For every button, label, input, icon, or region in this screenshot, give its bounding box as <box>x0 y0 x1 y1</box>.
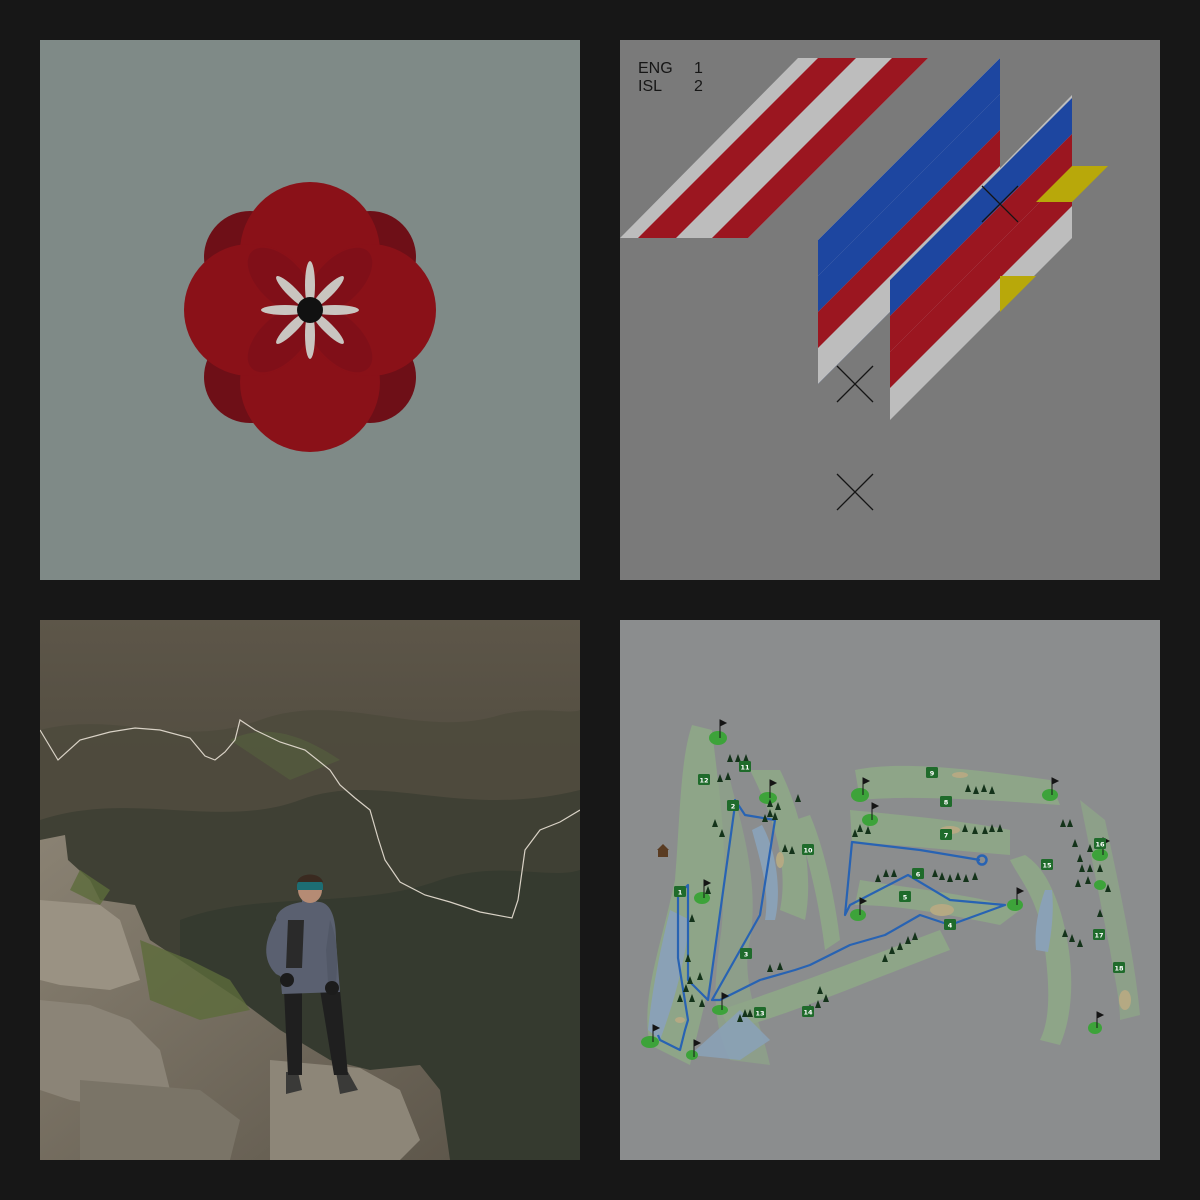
tree-icon <box>717 774 723 782</box>
tree-icon <box>735 754 741 762</box>
poppy-center <box>297 297 323 323</box>
tree-icon <box>891 869 897 877</box>
tree-icon <box>743 754 749 762</box>
poppy-illustration <box>184 182 436 452</box>
team-name: ISL <box>638 78 663 95</box>
tree-icon <box>972 872 978 880</box>
hole-number: 5 <box>903 894 908 902</box>
tree-icon <box>875 874 881 882</box>
tree-icon <box>1079 864 1085 872</box>
tree-icon <box>1060 819 1066 827</box>
tree-icon <box>725 772 731 780</box>
hole-number: 11 <box>740 764 750 772</box>
hole-number: 6 <box>916 871 921 879</box>
hole-label-16: 16 <box>1094 838 1106 849</box>
hole-label-18: 18 <box>1113 962 1125 973</box>
tree-icon <box>1069 934 1075 942</box>
hole-label-6: 6 <box>912 868 924 879</box>
hole-number: 4 <box>948 922 953 930</box>
hole-number: 1 <box>678 889 683 897</box>
hole-label-11: 11 <box>739 761 751 772</box>
tree-icon <box>1077 939 1083 947</box>
hole-label-3: 3 <box>740 948 752 959</box>
hole-label-14: 14 <box>802 1006 814 1017</box>
golf-course-map: 12345678910111213 1415161718 <box>641 719 1140 1065</box>
hole-number: 7 <box>944 832 949 840</box>
hiker-photo <box>40 620 580 1160</box>
tree-icon <box>767 964 773 972</box>
tree-icon <box>1085 876 1091 884</box>
match-score-artwork-tile[interactable]: ENG 1 ISL 2 <box>620 40 1160 580</box>
score-row: ISL 2 <box>638 78 703 96</box>
hole-label-12: 12 <box>698 774 710 785</box>
tree-icon <box>795 794 801 802</box>
hole-number: 12 <box>699 777 708 785</box>
hole-number: 15 <box>1042 862 1052 870</box>
isl-stripes-right <box>890 95 1072 420</box>
hole-number: 8 <box>944 799 949 807</box>
tree-icon <box>1067 819 1073 827</box>
tree-icon <box>932 869 938 877</box>
hole-number: 16 <box>1095 841 1105 849</box>
tree-icon <box>912 932 918 940</box>
hole-label-8: 8 <box>940 796 952 807</box>
hole-number: 17 <box>1094 932 1103 940</box>
hole-label-9: 9 <box>926 767 938 778</box>
tree-icon <box>777 962 783 970</box>
hole-label-5: 5 <box>899 891 911 902</box>
hole-number: 9 <box>930 770 935 778</box>
hole-label-17: 17 <box>1093 929 1105 940</box>
poppy-flower-icon <box>184 182 436 452</box>
hole-label-4: 4 <box>944 919 956 930</box>
tree-icon <box>947 874 953 882</box>
hole-number: 3 <box>744 951 749 959</box>
team-name: ENG <box>638 60 673 77</box>
hole-label-2: 2 <box>727 800 739 811</box>
tree-icon <box>1077 854 1083 862</box>
hole-number: 2 <box>731 803 736 811</box>
team-goals: 1 <box>694 60 703 77</box>
tree-icon <box>939 872 945 880</box>
team-goals: 2 <box>694 78 703 95</box>
mountain-hiker-photo-tile[interactable] <box>40 620 580 1160</box>
hole-label-1: 1 <box>674 886 686 897</box>
tree-icon <box>883 869 889 877</box>
tree-icon <box>1075 879 1081 887</box>
yellow-accent <box>1000 276 1036 312</box>
tree-icon <box>1087 864 1093 872</box>
flag-stripes-illustration <box>620 58 1108 511</box>
tree-icon <box>727 754 733 762</box>
clubhouse-icon <box>657 844 669 857</box>
hole-number: 14 <box>803 1009 813 1017</box>
cross-mark-icon <box>836 365 874 403</box>
hole-number: 10 <box>803 847 813 855</box>
hole-number: 13 <box>755 1010 764 1018</box>
tree-icon <box>955 872 961 880</box>
score-row: ENG 1 <box>638 60 703 78</box>
hole-label-15: 15 <box>1041 859 1053 870</box>
tree-icon <box>963 874 969 882</box>
tree-icon <box>1072 839 1078 847</box>
hole-label-13: 13 <box>754 1007 766 1018</box>
hole-number: 18 <box>1114 965 1124 973</box>
poppy-artwork-tile[interactable] <box>40 40 580 580</box>
tree-icon <box>905 936 911 944</box>
cross-mark-icon <box>836 473 874 511</box>
hole-label-7: 7 <box>940 829 952 840</box>
scoreboard: ENG 1 ISL 2 <box>638 60 703 96</box>
hole-label-10: 10 <box>802 844 814 855</box>
golf-course-map-tile[interactable]: 1 2 3 4 5 6 7 8 9 10 11 12 13 14 15 16 17 18 <box>620 620 1160 1160</box>
